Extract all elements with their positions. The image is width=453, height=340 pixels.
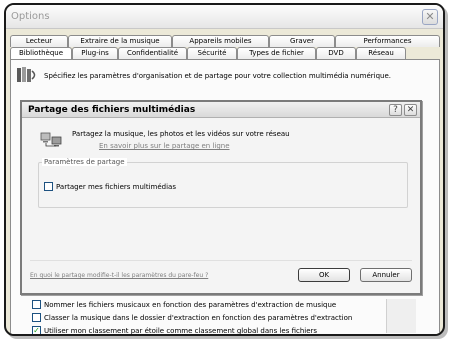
option-name-files[interactable]: Nommer les fichiers musicaux en fonction… (32, 299, 336, 310)
network-share-icon (40, 132, 62, 147)
option-star-rating-checkbox[interactable]: ✓ (32, 326, 41, 334)
tab-confidentialite[interactable]: Confidentialité (118, 47, 187, 59)
media-sharing-dialog: Partage des fichiers multimédias ? ✕ Par… (20, 100, 422, 295)
tab-appareils-mobiles[interactable]: Appareils mobiles (172, 35, 269, 47)
option-classify-music-checkbox[interactable] (32, 313, 41, 322)
panel-scroll-area (386, 299, 416, 333)
dialog-help-button[interactable]: ? (389, 104, 402, 116)
dialog-separator (30, 260, 412, 261)
share-media-option[interactable]: Partager mes fichiers multimédias (44, 182, 176, 191)
option-star-rating-label: Utiliser mon classement par étoile comme… (44, 326, 318, 335)
tab-dvd[interactable]: DVD (316, 47, 356, 59)
option-star-rating[interactable]: ✓ Utiliser mon classement par étoile com… (32, 325, 318, 335)
share-media-label: Partager mes fichiers multimédias (56, 182, 176, 191)
tab-bibliotheque[interactable]: Bibliothèque (10, 47, 72, 59)
tab-plugins[interactable]: Plug-ins (72, 47, 118, 59)
tab-securite[interactable]: Sécurité (187, 47, 237, 59)
dialog-titlebar: Partage des fichiers multimédias ? ✕ (22, 102, 420, 118)
tab-lecteur[interactable]: Lecteur (10, 35, 68, 47)
library-description: Spécifiez les paramètres d'organisation … (44, 72, 392, 80)
tab-extraire-musique[interactable]: Extraire de la musique (68, 35, 172, 47)
window-close-button[interactable]: ✕ (422, 9, 438, 25)
tabs-row-front: Bibliothèque Plug-ins Confidentialité Sé… (10, 47, 406, 59)
dialog-title: Partage des fichiers multimédias (28, 105, 196, 115)
ok-button[interactable]: OK (298, 268, 350, 282)
options-window: Options ✕ Lecteur Extraire de la musique… (4, 3, 445, 336)
option-name-files-checkbox[interactable] (32, 300, 41, 309)
share-media-checkbox[interactable] (44, 182, 53, 191)
sharing-settings-label: Paramètres de partage (42, 158, 127, 166)
window-titlebar: Options ✕ (6, 5, 443, 29)
window-title: Options (11, 11, 50, 22)
option-name-files-label: Nommer les fichiers musicaux en fonction… (44, 300, 337, 309)
firewall-info-link[interactable]: En quoi le partage modifie-t-il les para… (30, 272, 208, 279)
share-description: Partagez la musique, les photos et les v… (72, 130, 290, 138)
tab-performances[interactable]: Performances (335, 35, 440, 47)
option-classify-music-label: Classer la musique dans le dossier d'ext… (44, 313, 353, 322)
cancel-button[interactable]: Annuler (360, 268, 412, 282)
option-classify-music[interactable]: Classer la musique dans le dossier d'ext… (32, 312, 352, 323)
learn-more-link[interactable]: En savoir plus sur le partage en ligne (99, 142, 230, 150)
tabs-row-back: Lecteur Extraire de la musique Appareils… (10, 35, 440, 47)
media-library-icon (17, 67, 36, 82)
tab-reseau[interactable]: Réseau (356, 47, 406, 59)
tab-graver[interactable]: Graver (269, 35, 335, 47)
tab-types-fichier[interactable]: Types de fichier (237, 47, 316, 59)
dialog-close-button[interactable]: ✕ (404, 104, 417, 116)
